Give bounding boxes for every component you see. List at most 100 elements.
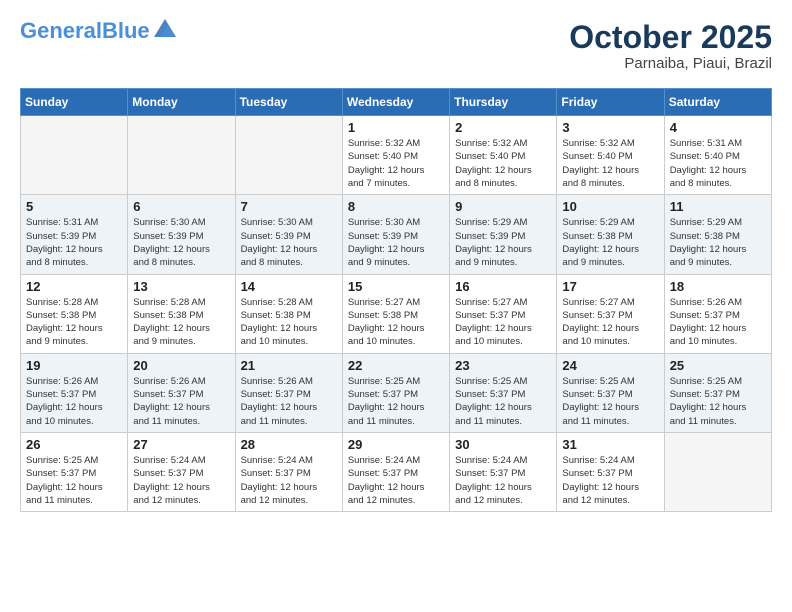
day-number: 24: [562, 358, 658, 373]
calendar-week-row: 1 Sunrise: 5:32 AMSunset: 5:40 PMDaylight…: [21, 116, 772, 195]
day-info: Sunrise: 5:31 AMSunset: 5:40 PMDaylight:…: [670, 137, 766, 190]
day-number: 18: [670, 279, 766, 294]
day-info: Sunrise: 5:29 AMSunset: 5:39 PMDaylight:…: [455, 216, 551, 269]
day-number: 7: [241, 199, 337, 214]
weekday-header: Sunday: [21, 89, 128, 116]
day-info: Sunrise: 5:24 AMSunset: 5:37 PMDaylight:…: [455, 454, 551, 507]
day-number: 17: [562, 279, 658, 294]
weekday-header: Thursday: [450, 89, 557, 116]
day-info: Sunrise: 5:25 AMSunset: 5:37 PMDaylight:…: [670, 375, 766, 428]
day-info: Sunrise: 5:32 AMSunset: 5:40 PMDaylight:…: [562, 137, 658, 190]
day-number: 12: [26, 279, 122, 294]
page-header: GeneralBlue October 2025 Parnaiba, Piaui…: [20, 20, 772, 72]
calendar-cell: 13 Sunrise: 5:28 AMSunset: 5:38 PMDayligh…: [128, 274, 235, 353]
calendar-cell: [21, 116, 128, 195]
calendar-cell: 31 Sunrise: 5:24 AMSunset: 5:37 PMDayligh…: [557, 432, 664, 511]
calendar-cell: 19 Sunrise: 5:26 AMSunset: 5:37 PMDayligh…: [21, 353, 128, 432]
logo-text: GeneralBlue: [20, 20, 150, 42]
calendar-cell: 27 Sunrise: 5:24 AMSunset: 5:37 PMDayligh…: [128, 432, 235, 511]
day-info: Sunrise: 5:32 AMSunset: 5:40 PMDaylight:…: [348, 137, 444, 190]
calendar-cell: 20 Sunrise: 5:26 AMSunset: 5:37 PMDayligh…: [128, 353, 235, 432]
weekday-header: Saturday: [664, 89, 771, 116]
weekday-header: Friday: [557, 89, 664, 116]
weekday-header-row: SundayMondayTuesdayWednesdayThursdayFrid…: [21, 89, 772, 116]
calendar-week-row: 12 Sunrise: 5:28 AMSunset: 5:38 PMDayligh…: [21, 274, 772, 353]
day-info: Sunrise: 5:24 AMSunset: 5:37 PMDaylight:…: [562, 454, 658, 507]
day-number: 6: [133, 199, 229, 214]
weekday-header: Monday: [128, 89, 235, 116]
day-number: 21: [241, 358, 337, 373]
day-number: 1: [348, 120, 444, 135]
day-number: 2: [455, 120, 551, 135]
calendar-cell: 26Sunrise: 5:25 AMSunset: 5:37 PMDayligh…: [21, 432, 128, 511]
day-number: 23: [455, 358, 551, 373]
day-number: 30: [455, 437, 551, 452]
day-info: Sunrise: 5:25 AMSunset: 5:37 PMDaylight:…: [455, 375, 551, 428]
month-title: October 2025: [569, 20, 772, 55]
day-info: Sunrise: 5:28 AMSunset: 5:38 PMDaylight:…: [26, 296, 122, 349]
day-info: Sunrise: 5:30 AMSunset: 5:39 PMDaylight:…: [241, 216, 337, 269]
calendar-cell: 1 Sunrise: 5:32 AMSunset: 5:40 PMDaylight…: [342, 116, 449, 195]
calendar-cell: [128, 116, 235, 195]
calendar-cell: 10Sunrise: 5:29 AMSunset: 5:38 PMDayligh…: [557, 195, 664, 274]
calendar-cell: 28 Sunrise: 5:24 AMSunset: 5:37 PMDayligh…: [235, 432, 342, 511]
day-info: Sunrise: 5:28 AMSunset: 5:38 PMDaylight:…: [133, 296, 229, 349]
day-number: 4: [670, 120, 766, 135]
day-number: 8: [348, 199, 444, 214]
day-number: 9: [455, 199, 551, 214]
calendar-cell: 4 Sunrise: 5:31 AMSunset: 5:40 PMDaylight…: [664, 116, 771, 195]
calendar-cell: 18 Sunrise: 5:26 AMSunset: 5:37 PMDayligh…: [664, 274, 771, 353]
calendar-cell: 21 Sunrise: 5:26 AMSunset: 5:37 PMDayligh…: [235, 353, 342, 432]
calendar-cell: 8 Sunrise: 5:30 AMSunset: 5:39 PMDaylight…: [342, 195, 449, 274]
day-info: Sunrise: 5:27 AMSunset: 5:37 PMDaylight:…: [562, 296, 658, 349]
calendar-cell: 23 Sunrise: 5:25 AMSunset: 5:37 PMDayligh…: [450, 353, 557, 432]
day-number: 28: [241, 437, 337, 452]
calendar-cell: 7 Sunrise: 5:30 AMSunset: 5:39 PMDaylight…: [235, 195, 342, 274]
day-info: Sunrise: 5:26 AMSunset: 5:37 PMDaylight:…: [241, 375, 337, 428]
calendar-cell: [664, 432, 771, 511]
calendar-week-row: 19 Sunrise: 5:26 AMSunset: 5:37 PMDayligh…: [21, 353, 772, 432]
day-info: Sunrise: 5:25 AMSunset: 5:37 PMDaylight:…: [562, 375, 658, 428]
calendar-cell: 9 Sunrise: 5:29 AMSunset: 5:39 PMDaylight…: [450, 195, 557, 274]
calendar-cell: 16Sunrise: 5:27 AMSunset: 5:37 PMDayligh…: [450, 274, 557, 353]
day-number: 20: [133, 358, 229, 373]
day-number: 3: [562, 120, 658, 135]
calendar-cell: 5Sunrise: 5:31 AMSunset: 5:39 PMDaylight…: [21, 195, 128, 274]
day-number: 13: [133, 279, 229, 294]
location-subtitle: Parnaiba, Piaui, Brazil: [569, 55, 772, 72]
day-info: Sunrise: 5:30 AMSunset: 5:39 PMDaylight:…: [348, 216, 444, 269]
day-number: 27: [133, 437, 229, 452]
day-info: Sunrise: 5:25 AMSunset: 5:37 PMDaylight:…: [348, 375, 444, 428]
day-number: 26: [26, 437, 122, 452]
day-info: Sunrise: 5:27 AMSunset: 5:37 PMDaylight:…: [455, 296, 551, 349]
day-info: Sunrise: 5:29 AMSunset: 5:38 PMDaylight:…: [670, 216, 766, 269]
day-info: Sunrise: 5:26 AMSunset: 5:37 PMDaylight:…: [26, 375, 122, 428]
day-number: 14: [241, 279, 337, 294]
calendar-cell: 29 Sunrise: 5:24 AMSunset: 5:37 PMDayligh…: [342, 432, 449, 511]
day-info: Sunrise: 5:24 AMSunset: 5:37 PMDaylight:…: [348, 454, 444, 507]
day-number: 19: [26, 358, 122, 373]
day-number: 31: [562, 437, 658, 452]
calendar-cell: 3 Sunrise: 5:32 AMSunset: 5:40 PMDaylight…: [557, 116, 664, 195]
calendar-cell: 22 Sunrise: 5:25 AMSunset: 5:37 PMDayligh…: [342, 353, 449, 432]
day-number: 10: [562, 199, 658, 214]
calendar-week-row: 26Sunrise: 5:25 AMSunset: 5:37 PMDayligh…: [21, 432, 772, 511]
day-number: 29: [348, 437, 444, 452]
day-info: Sunrise: 5:32 AMSunset: 5:40 PMDaylight:…: [455, 137, 551, 190]
calendar-cell: 2 Sunrise: 5:32 AMSunset: 5:40 PMDaylight…: [450, 116, 557, 195]
calendar-cell: 12 Sunrise: 5:28 AMSunset: 5:38 PMDayligh…: [21, 274, 128, 353]
day-info: Sunrise: 5:26 AMSunset: 5:37 PMDaylight:…: [133, 375, 229, 428]
day-info: Sunrise: 5:30 AMSunset: 5:39 PMDaylight:…: [133, 216, 229, 269]
title-block: October 2025 Parnaiba, Piaui, Brazil: [569, 20, 772, 72]
calendar-week-row: 5Sunrise: 5:31 AMSunset: 5:39 PMDaylight…: [21, 195, 772, 274]
calendar-cell: 6 Sunrise: 5:30 AMSunset: 5:39 PMDaylight…: [128, 195, 235, 274]
calendar-cell: 30 Sunrise: 5:24 AMSunset: 5:37 PMDayligh…: [450, 432, 557, 511]
logo-icon: [154, 19, 176, 37]
day-number: 15: [348, 279, 444, 294]
day-info: Sunrise: 5:26 AMSunset: 5:37 PMDaylight:…: [670, 296, 766, 349]
day-info: Sunrise: 5:24 AMSunset: 5:37 PMDaylight:…: [133, 454, 229, 507]
calendar-cell: 14Sunrise: 5:28 AMSunset: 5:38 PMDayligh…: [235, 274, 342, 353]
day-number: 22: [348, 358, 444, 373]
weekday-header: Tuesday: [235, 89, 342, 116]
day-info: Sunrise: 5:24 AMSunset: 5:37 PMDaylight:…: [241, 454, 337, 507]
